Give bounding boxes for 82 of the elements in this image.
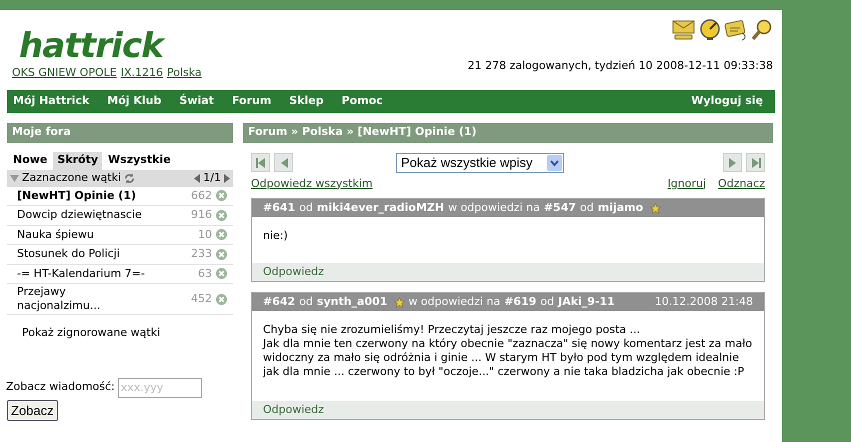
online-status: 21 278 zalogowanych, tydzień 10 2008-12-11 09:33:38 [468, 58, 773, 74]
star-icon [394, 296, 406, 308]
forum-tab[interactable]: Skróty [53, 152, 102, 170]
thread-link[interactable]: -= HT-Kalendarium 7=- [17, 266, 145, 281]
post-count: 916 [190, 207, 212, 223]
post-header-bold-text: synth_a001 [316, 294, 388, 310]
remove-icon[interactable] [216, 190, 227, 202]
nav-link[interactable]: Mój Klub [107, 92, 162, 110]
post-header-text: od [299, 200, 313, 216]
next-icon[interactable] [224, 174, 230, 182]
thread-link[interactable]: Nauka śpiewu [17, 228, 145, 242]
post-text: nie:) [263, 229, 289, 243]
post-header-bold-text: #619 [504, 294, 536, 310]
team-link[interactable]: Polska [166, 65, 202, 82]
post-filter-dropdown[interactable]: Pokaż wszystkie wpisy [396, 152, 564, 172]
show-ignored-link[interactable]: Pokaż zignorowane wątki [22, 325, 233, 342]
remove-icon[interactable] [216, 229, 227, 240]
hattrick-logo[interactable]: hattrick [19, 28, 164, 64]
post-count: 662 [190, 188, 212, 204]
post-text: Chyba się nie zrozumieliśmy! Przeczytaj jeszcze raz mojego posta ... [263, 323, 642, 337]
post-header-bold-text: #641 [263, 200, 296, 216]
thread-link[interactable]: Stosunek do Policji [17, 247, 145, 262]
post-count: 10 [197, 226, 212, 242]
message-id-field[interactable]: xxx.yyy [118, 378, 202, 398]
remove-icon[interactable] [216, 248, 227, 260]
post-count: 452 [190, 290, 212, 307]
post-header-bold-text: #547 [544, 200, 576, 216]
nav-link[interactable]: Świat [179, 92, 214, 110]
thread-action-link[interactable]: Ignoruj [668, 176, 706, 192]
post-header-text: w odpowiedzi na [448, 200, 540, 216]
next-page-button[interactable] [723, 153, 742, 172]
post-header-text: w odpowiedzi na [408, 294, 500, 310]
mail-icon[interactable] [672, 19, 696, 41]
team-link[interactable]: OKS GNIEW OPOLE [12, 65, 117, 82]
star-icon [650, 202, 662, 214]
post-date: 10.12.2008 21:48 [654, 294, 753, 310]
section-label: Zaznaczone wątki [22, 170, 122, 186]
arrow-icon [726, 156, 738, 168]
nav-link[interactable]: Pomoc [342, 92, 383, 110]
previous-page-button[interactable] [274, 153, 293, 172]
gauge-icon[interactable] [699, 19, 721, 41]
forum-tab[interactable]: Wszystkie [104, 152, 175, 170]
post-header-text: od [299, 294, 313, 310]
thread-link[interactable]: Przejawy nacjonalzimu... [17, 285, 145, 313]
ticket-icon[interactable] [724, 19, 748, 41]
remove-icon[interactable] [216, 268, 227, 280]
nav-link[interactable]: Sklep [289, 92, 324, 110]
reply-link[interactable]: Odpowiedz [263, 402, 324, 418]
goto-label: Zobacz wiadomość: [6, 379, 115, 396]
post-count: 63 [197, 266, 212, 282]
reply-link[interactable]: Odpowiedz [263, 264, 324, 280]
remove-icon[interactable] [216, 210, 227, 221]
collapse-arrow-icon[interactable] [10, 174, 19, 182]
search-icon[interactable] [751, 19, 773, 41]
breadcrumb: Forum » Polska » [NewHT] Opinie (1) [243, 122, 773, 142]
post-header-text: od [580, 200, 594, 216]
thread-link[interactable]: Dowcip dziewiętnascie [17, 208, 145, 222]
skip-arrow-icon [750, 156, 762, 168]
logout-link[interactable]: Wyloguj się [691, 92, 763, 110]
team-link[interactable]: IX.1216 [120, 65, 163, 82]
post-count: 233 [190, 246, 212, 262]
previous-icon[interactable] [194, 174, 200, 182]
forum-tab[interactable]: Nowe [9, 152, 52, 170]
nav-link[interactable]: Mój Hattrick [13, 92, 90, 110]
post-header-bold-text: mijamo [598, 200, 644, 216]
thread-action-link[interactable]: Odznacz [718, 176, 765, 192]
nav-link[interactable]: Forum [232, 92, 272, 110]
thread-link[interactable]: [NewHT] Opinie (1) [17, 188, 145, 203]
reply-all-link[interactable]: Odpowiedz wszystkim [251, 176, 373, 192]
post-header-bold-text: miki4ever_radioMZH [316, 200, 444, 216]
sidebar-title: Moje fora [7, 122, 233, 142]
goto-button[interactable]: Zobacz [7, 400, 58, 420]
post-header-bold-text: #642 [263, 294, 296, 310]
last-page-button[interactable] [746, 153, 765, 172]
post-header-text: od [540, 294, 554, 310]
section-pager: 1/1 [203, 170, 221, 186]
first-page-button[interactable] [251, 153, 270, 172]
skip-arrow-icon [254, 156, 266, 168]
post-header-bold-text: JAki_9-11 [558, 294, 615, 310]
refresh-icon[interactable] [124, 172, 136, 184]
remove-icon[interactable] [216, 294, 227, 304]
post-text: Jak dla mnie ten czerwony na który obecnie "zaznacza" się nowy komentarz jest za mało widoczny za mało się odróżnia i ginie ... W starym HT było pod tym względem idealnie jak dla mnie ... czerwony to był "oczoje..." czerwony a nie taka bladzicha jak obecnie :P [263, 337, 753, 379]
